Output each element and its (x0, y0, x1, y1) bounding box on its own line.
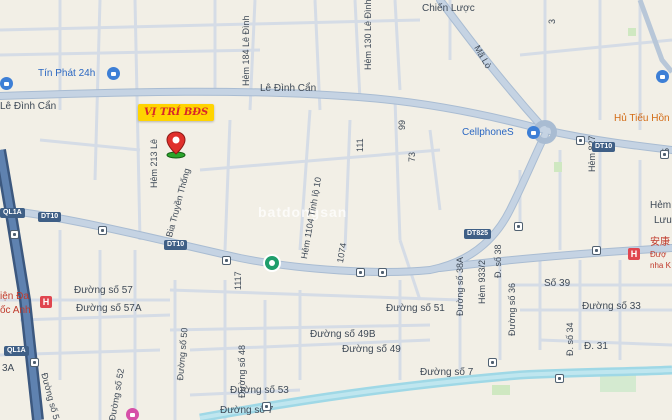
poi-label-hospital-right-2[interactable]: Đượ (650, 251, 666, 259)
bus-stop-icon[interactable] (30, 358, 39, 367)
street-label-73: 73 (407, 151, 417, 162)
route-shield-ql1a: QL1A (0, 208, 25, 218)
bus-stop-icon[interactable] (660, 150, 669, 159)
bus-stop-icon[interactable] (10, 230, 19, 239)
bus-stop-icon[interactable] (514, 222, 523, 231)
location-dot-icon[interactable] (0, 77, 13, 90)
bus-stop-icon[interactable] (378, 268, 387, 277)
bus-stop-icon[interactable] (592, 246, 601, 255)
poi-label-hu-tieu[interactable]: Hủ Tiếu Hồn (614, 114, 670, 124)
poi-label-hospital-left[interactable]: iện Đa (0, 292, 29, 302)
poi-label-tin-phat[interactable]: Tín Phát 24h (38, 69, 95, 79)
street-label-duong-7: Đường số 7 (420, 367, 474, 378)
street-label-99: 99 (397, 119, 407, 130)
bus-stop-icon[interactable] (222, 256, 231, 265)
street-label-d-so-34: Đ. số 34 (565, 322, 575, 356)
street-label-hem-184: Hẻm 184 Lê Đình (241, 15, 251, 86)
poi-label-hospital-right-3[interactable]: nha K (650, 262, 671, 270)
street-label-d-31: Đ. 31 (584, 341, 608, 352)
route-shield-dt825: DT825 (464, 229, 492, 239)
street-label-le-dinh-can-west: Lê Đình Cẩn (0, 101, 57, 112)
map-pin-icon[interactable] (164, 130, 188, 160)
street-label-duong-36: Đường số 36 (507, 283, 517, 336)
poi-label-cellphones[interactable]: CellphoneS (462, 128, 514, 138)
shopping-bag-icon[interactable] (527, 126, 540, 139)
street-label-duong-38a: Đường số 38A (455, 257, 465, 316)
map-view[interactable]: batdongsan Chiến Lược Lê Đình Cẩn Lê Đìn… (0, 0, 672, 420)
route-shield-dt10-east: DT10 (592, 142, 616, 152)
street-label-hem-130: Hẻm 130 Lê Đình (363, 0, 373, 70)
street-label-duong-33: Đường số 33 (582, 301, 641, 312)
street-label-1117: 1117 (233, 271, 243, 290)
hospital-icon[interactable]: H (40, 296, 52, 308)
street-label-duong-49b: Đường số 49B (310, 329, 376, 340)
shopping-bag-icon[interactable] (656, 70, 669, 83)
bus-stop-icon[interactable] (555, 374, 564, 383)
street-label-duong-49: Đường số 49 (342, 344, 401, 355)
shopping-bag-icon[interactable] (107, 67, 120, 80)
street-label-111: 111 (355, 138, 365, 152)
street-label-luu: Lưu (654, 215, 672, 226)
street-label-duong-51: Đường số 51 (386, 303, 445, 314)
shopping-icon[interactable] (126, 408, 139, 420)
street-label-duong-57: Đường số 57 (74, 285, 133, 296)
street-label-chien-luoc: Chiến Lược (422, 3, 475, 14)
bus-stop-icon[interactable] (356, 268, 365, 277)
street-label-hem-933: Hẻm 933/2 (477, 259, 487, 304)
bus-stop-icon[interactable] (488, 358, 497, 367)
street-label-3a: 3A (2, 363, 15, 374)
bus-stop-icon[interactable] (98, 226, 107, 235)
street-label-hem: Hẻm (650, 200, 672, 211)
route-shield-ql1a-south: QL1A (4, 346, 29, 356)
street-label-d-so-38: Đ. số 38 (493, 244, 503, 278)
property-location-badge[interactable]: VỊ TRÍ BĐS (138, 104, 215, 121)
street-label-le-dinh-can: Lê Đình Cẩn (260, 83, 317, 94)
poi-label-hospital-right[interactable]: 安康 (650, 238, 670, 248)
street-label-hem-213: Hẻm 213 Lê (149, 138, 159, 188)
poi-label-hospital-left-2[interactable]: ốc Anh (0, 306, 31, 316)
bus-stop-icon[interactable] (262, 402, 271, 411)
street-label-3: 3 (547, 18, 557, 24)
street-label-hem-827: Hẻm 827 (587, 135, 597, 172)
green-location-icon[interactable] (263, 254, 281, 272)
street-label-so-39: Số 39 (544, 278, 571, 289)
route-shield-dt10: DT10 (38, 212, 62, 222)
watermark-text: batdongsan (258, 204, 348, 220)
hospital-icon[interactable]: H (628, 248, 640, 260)
route-shield-dt10-2: DT10 (164, 240, 188, 250)
bus-stop-icon[interactable] (576, 136, 585, 145)
street-label-duong-48: Đường số 48 (237, 345, 247, 398)
street-label-duong-57a: Đường số 57A (76, 303, 142, 314)
